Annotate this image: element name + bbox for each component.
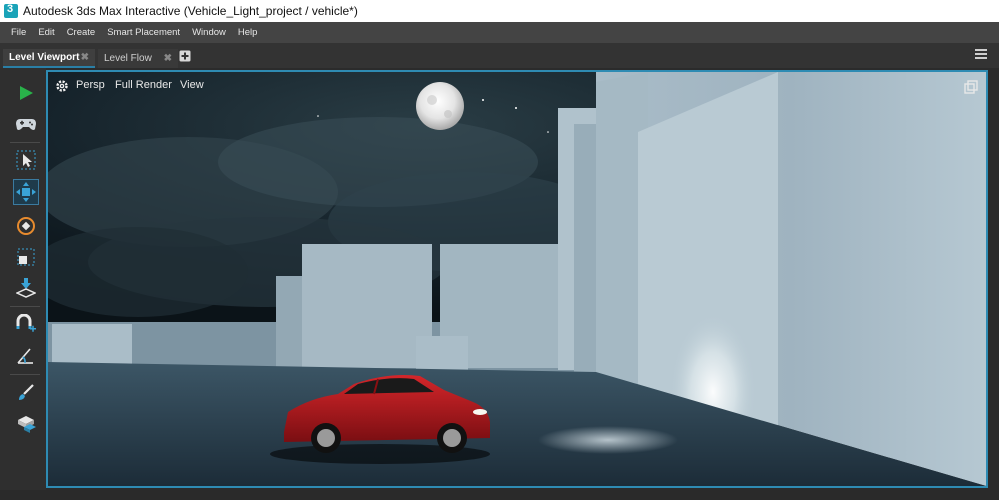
play-icon[interactable]: [13, 80, 39, 106]
menu-help[interactable]: Help: [232, 22, 264, 43]
viewport-settings-icon[interactable]: [55, 79, 69, 93]
close-icon[interactable]: ✖: [164, 53, 172, 64]
gamepad-icon[interactable]: [13, 111, 39, 137]
tab-strip: Level Viewport ✖ Level Flow ✖: [0, 43, 999, 68]
tab-level-viewport[interactable]: Level Viewport ✖: [3, 49, 95, 68]
title-bar: Autodesk 3ds Max Interactive (Vehicle_Li…: [0, 0, 999, 22]
menu-create[interactable]: Create: [61, 22, 102, 43]
tool-palette: [0, 68, 46, 500]
tab-label: Level Viewport: [9, 52, 80, 63]
menu-edit[interactable]: Edit: [32, 22, 60, 43]
select-icon[interactable]: [13, 147, 39, 173]
layers-icon[interactable]: [13, 410, 39, 436]
tab-label: Level Flow: [104, 53, 152, 64]
level-viewport[interactable]: Persp Full Render View: [46, 70, 988, 488]
menu-file[interactable]: File: [5, 22, 32, 43]
status-strip: [0, 490, 999, 500]
rotate-icon[interactable]: [13, 213, 39, 239]
render-mode-button[interactable]: Full Render: [115, 79, 172, 91]
camera-persp-button[interactable]: Persp: [76, 79, 105, 91]
move-icon[interactable]: [13, 179, 39, 205]
menu-bar: File Edit Create Smart Placement Window …: [0, 22, 999, 43]
panel-menu-icon[interactable]: [975, 49, 987, 59]
window-title: Autodesk 3ds Max Interactive (Vehicle_Li…: [23, 4, 358, 18]
menu-smart-placement[interactable]: Smart Placement: [101, 22, 186, 43]
app-logo-icon: [4, 3, 18, 18]
view-menu-button[interactable]: View: [180, 79, 204, 91]
scene-render[interactable]: [48, 72, 986, 486]
close-icon[interactable]: ✖: [81, 52, 89, 63]
place-on-surface-icon[interactable]: [13, 275, 39, 301]
menu-window[interactable]: Window: [186, 22, 232, 43]
scale-icon[interactable]: [13, 244, 39, 270]
tab-level-flow[interactable]: Level Flow ✖: [98, 49, 178, 68]
maximize-viewport-icon[interactable]: [964, 80, 978, 94]
snap-magnet-icon[interactable]: [13, 311, 39, 337]
angle-snap-icon[interactable]: [13, 343, 39, 369]
add-tab-icon[interactable]: [179, 50, 191, 62]
paint-brush-icon[interactable]: [13, 379, 39, 405]
